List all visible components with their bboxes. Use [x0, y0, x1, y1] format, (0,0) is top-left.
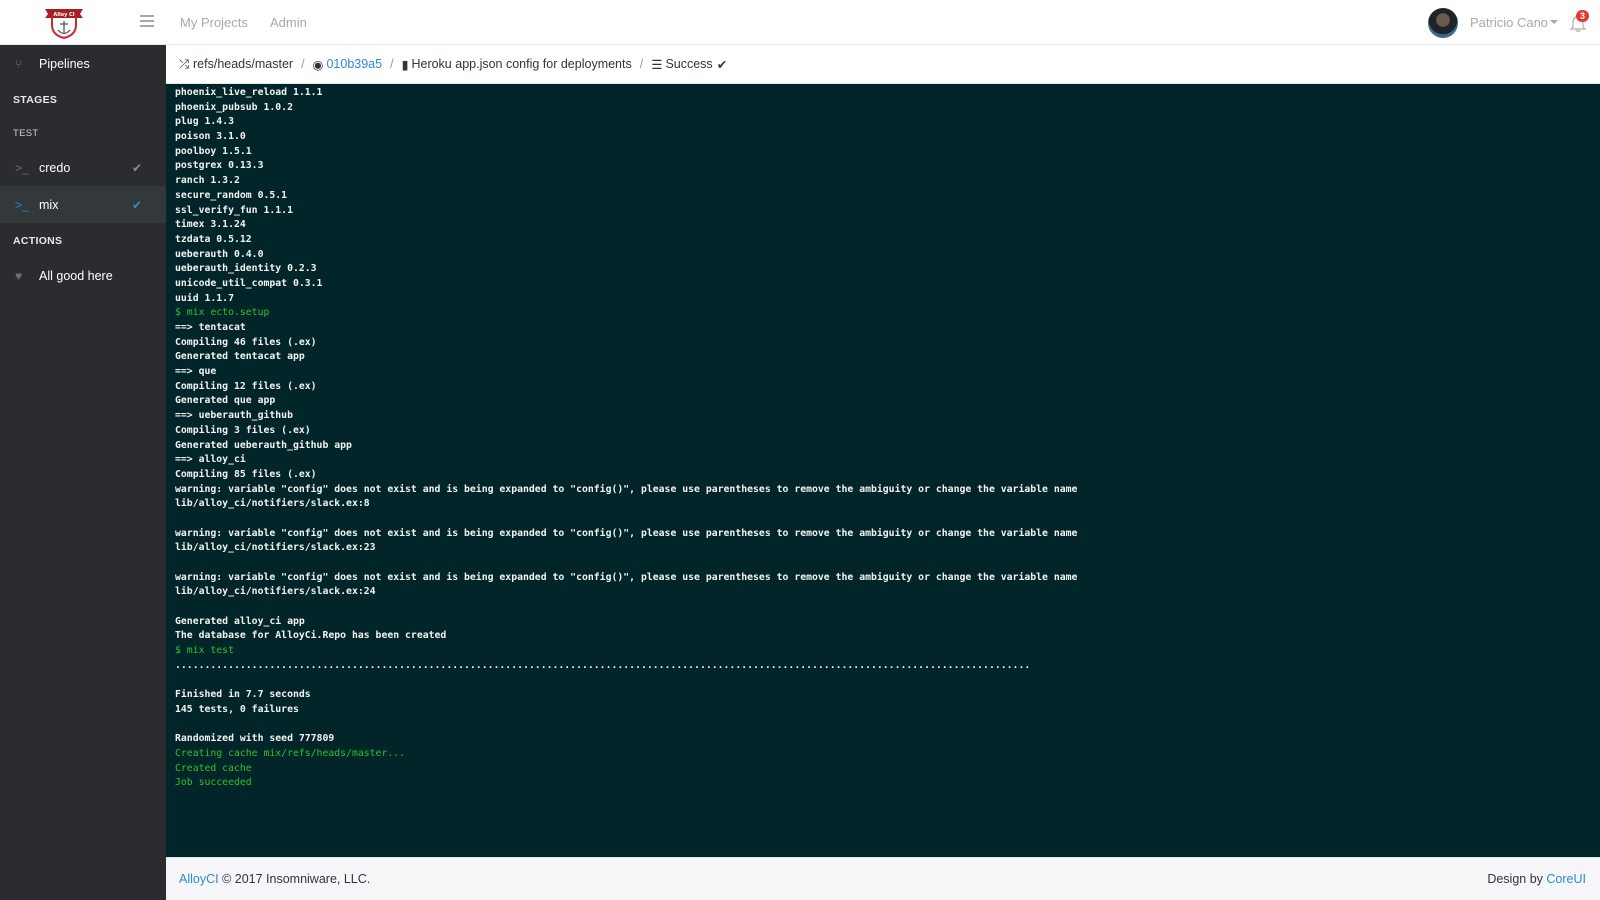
check-icon: ✔	[716, 57, 728, 72]
log-line: warning: variable "config" does not exis…	[175, 571, 1078, 583]
log-line: The database for AlloyCi.Repo has been c…	[175, 630, 447, 642]
log-line: Generated alloy_ci app	[175, 615, 305, 627]
log-line: Creating cache mix/refs/heads/master...	[175, 747, 406, 759]
log-line: plug 1.4.3	[175, 116, 234, 128]
log-line: lib/alloy_ci/notifiers/slack.ex:23	[175, 542, 376, 554]
log-line: Job succeeded	[175, 777, 252, 789]
random-branch-icon: ⤮	[179, 56, 190, 71]
svg-text:Alloy CI: Alloy CI	[53, 12, 74, 18]
tasks-icon: ☰	[651, 57, 663, 72]
log-line: postgrex 0.13.3	[175, 160, 264, 172]
log-line: phoenix_live_reload 1.1.1	[175, 87, 323, 98]
log-line: Compiling 12 files (.ex)	[175, 380, 317, 392]
log-line: Generated ueberauth_github app	[175, 439, 352, 451]
log-line: timex 3.1.24	[175, 219, 246, 231]
commit-link[interactable]: 010b39a5	[326, 57, 382, 71]
nav-admin[interactable]: Admin	[270, 15, 307, 30]
check-icon: ✔	[132, 197, 143, 212]
log-line: ==> ueberauth_github	[175, 410, 293, 422]
nav-my-projects[interactable]: My Projects	[180, 15, 248, 30]
log-line: Compiling 46 files (.ex)	[175, 336, 317, 348]
log-line: ueberauth_identity 0.2.3	[175, 263, 317, 275]
sidebar-toggle-button[interactable]	[140, 15, 154, 27]
design-by-label: Design by	[1487, 872, 1543, 886]
log-line: ueberauth 0.4.0	[175, 248, 264, 260]
log-line: poolboy 1.5.1	[175, 145, 252, 157]
sidebar-item-label: Pipelines	[39, 56, 90, 71]
log-line: ==> que	[175, 366, 217, 378]
job-log-console[interactable]: phoenix_live_reload 1.1.1 phoenix_pubsub …	[166, 84, 1600, 857]
log-line: warning: variable "config" does not exis…	[175, 483, 1078, 495]
commit-message: Heroku app.json config for deployments	[411, 57, 632, 71]
pipeline-icon: ⑂	[15, 56, 23, 71]
alloy-ci-logo[interactable]: Alloy CI	[43, 5, 85, 39]
log-line: Generated que app	[175, 395, 276, 407]
log-line: warning: variable "config" does not exis…	[175, 527, 1078, 539]
action-item: ♥ All good here	[0, 257, 166, 294]
log-line: uuid 1.1.7	[175, 292, 234, 304]
breadcrumb-ref: refs/heads/master	[193, 57, 294, 71]
log-line: ==> alloy_ci	[175, 454, 246, 466]
log-line: lib/alloy_ci/notifiers/slack.ex:24	[175, 586, 376, 598]
actions-title: ACTIONS	[13, 235, 63, 247]
log-line: phoenix_pubsub 1.0.2	[175, 101, 293, 113]
book-icon: ▮	[401, 57, 409, 72]
github-icon: ◉	[312, 57, 324, 72]
stages-title: STAGES	[13, 94, 58, 106]
user-menu[interactable]: Patricio Cano	[1470, 15, 1548, 30]
log-line: poison 3.1.0	[175, 131, 246, 143]
job-label: mix	[39, 197, 59, 212]
check-icon: ✔	[132, 160, 143, 175]
copyright: © 2017 Insomniware, LLC.	[222, 872, 371, 886]
job-item-credo[interactable]: >_ credo ✔	[0, 149, 166, 186]
log-line: Compiling 85 files (.ex)	[175, 468, 317, 480]
log-line: Created cache	[175, 762, 252, 774]
log-line: Randomized with seed 777809	[175, 733, 335, 745]
pipeline-status: Success	[665, 57, 713, 71]
log-line: Generated tentacat app	[175, 351, 305, 363]
log-line: ranch 1.3.2	[175, 175, 240, 187]
log-line: ssl_verify_fun 1.1.1	[175, 204, 293, 216]
terminal-icon: >_	[15, 160, 29, 175]
log-line: tzdata 0.5.12	[175, 233, 252, 245]
job-label: credo	[39, 160, 71, 175]
log-line: Finished in 7.7 seconds	[175, 689, 311, 701]
footer: AlloyCI © 2017 Insomniware, LLC. Design …	[166, 857, 1600, 900]
log-line: $ mix ecto.setup	[175, 307, 270, 319]
terminal-icon: >_	[15, 197, 29, 212]
log-line: secure_random 0.5.1	[175, 189, 288, 201]
notification-badge: 3	[1576, 10, 1590, 22]
action-label: All good here	[39, 268, 113, 283]
heart-icon: ♥	[15, 268, 23, 283]
log-line: ==> tentacat	[175, 322, 246, 333]
user-avatar[interactable]	[1428, 8, 1458, 38]
sidebar-item-pipelines[interactable]: ⑂ Pipelines	[0, 45, 166, 82]
breadcrumb: ⤮ refs/heads/master / ◉ 010b39a5 / ▮ Her…	[166, 45, 1600, 84]
sidebar: ⑂ Pipelines STAGES TEST >_ credo ✔ >_ mi…	[0, 45, 166, 900]
top-navbar: Alloy CI My Projects Admin Patricio Cano…	[0, 0, 1600, 45]
log-line: Compiling 3 files (.ex)	[175, 424, 311, 436]
chevron-down-icon[interactable]	[1550, 20, 1558, 24]
alloyci-link[interactable]: AlloyCI	[179, 872, 219, 886]
log-line: lib/alloy_ci/notifiers/slack.ex:8	[175, 498, 370, 510]
log-line: unicode_util_compat 0.3.1	[175, 277, 323, 289]
log-line: 145 tests, 0 failures	[175, 703, 299, 715]
coreui-link[interactable]: CoreUI	[1546, 872, 1586, 886]
job-item-mix[interactable]: >_ mix ✔	[0, 186, 166, 223]
stage-name: TEST	[13, 128, 39, 139]
log-line: $ mix test	[175, 645, 234, 657]
log-line: ........................................…	[175, 659, 1031, 671]
